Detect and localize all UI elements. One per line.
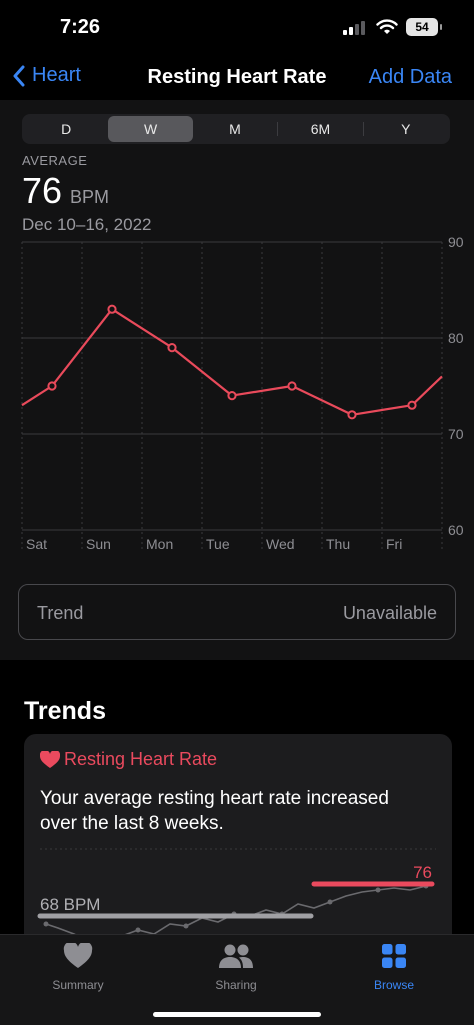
segment-month[interactable]: M [193, 116, 277, 142]
trend-label: Trend [37, 603, 84, 623]
x-tick-label: Wed [266, 536, 295, 552]
data-point [347, 410, 357, 420]
y-tick-label: 80 [448, 330, 464, 346]
tab-summary[interactable]: Summary [28, 941, 128, 992]
data-point [287, 381, 297, 391]
segment-week[interactable]: W [108, 116, 193, 142]
trend-card-text: Your average resting heart rate increase… [40, 788, 389, 834]
wifi-icon [376, 19, 398, 34]
people-icon [219, 944, 253, 968]
data-point [407, 400, 417, 410]
heart-rate-chart[interactable]: 90 80 70 60 Sat Sun Mon Tue Wed Thu Fri [0, 230, 474, 560]
x-tick-label: Sun [86, 536, 111, 552]
status-time: 7:26 [60, 16, 101, 38]
grid-icon [382, 944, 406, 968]
data-point [167, 343, 177, 353]
tab-sharing-label: Sharing [215, 978, 257, 992]
chart-panel: D W M 6M Y AVERAGE 76 BPM Dec 10–16, 202… [0, 100, 474, 660]
current-average-label: 76 [413, 863, 432, 882]
previous-average-label: 68 BPM [40, 895, 100, 914]
average-value: 76 BPM [22, 170, 109, 212]
trend-card-header: Resting Heart Rate [40, 749, 217, 770]
status-bar: 7:26 54 [0, 0, 474, 56]
tab-summary-label: Summary [52, 978, 104, 992]
tab-browse[interactable]: Browse [344, 943, 444, 992]
trend-row[interactable]: Trend Unavailable [18, 584, 456, 640]
status-icons: 54 [342, 18, 442, 36]
x-tick-label: Fri [386, 536, 402, 552]
data-point [107, 304, 117, 314]
heart-icon [63, 941, 93, 968]
y-tick-label: 60 [448, 522, 464, 538]
heart-icon [40, 750, 60, 768]
home-indicator [153, 1012, 321, 1017]
battery-icon: 54 [406, 18, 442, 36]
y-tick-label: 90 [448, 234, 464, 250]
segment-year[interactable]: Y [364, 116, 448, 142]
x-tick-label: Thu [326, 536, 350, 552]
tab-sharing[interactable]: Sharing [186, 943, 286, 992]
data-point [227, 391, 237, 401]
trend-value: Unavailable [342, 603, 437, 623]
trends-heading: Trends [24, 697, 106, 725]
add-data-button[interactable]: Add Data [369, 66, 452, 89]
time-range-control: D W M 6M Y [22, 114, 450, 144]
tab-browse-label: Browse [373, 978, 414, 992]
segment-day[interactable]: D [24, 116, 108, 142]
tab-bar: Summary Sharing Browse [0, 934, 474, 1025]
average-number: 76 [22, 170, 63, 211]
x-tick-label: Tue [206, 536, 230, 552]
data-point [47, 381, 57, 391]
x-tick-label: Mon [146, 536, 173, 552]
segment-6-months[interactable]: 6M [278, 116, 362, 142]
y-tick-label: 70 [448, 426, 464, 442]
average-unit: BPM [70, 187, 110, 207]
signal-icon [343, 21, 365, 35]
battery-level: 54 [415, 20, 429, 34]
average-label: AVERAGE [22, 153, 88, 168]
nav-bar: Heart Resting Heart Rate Add Data [0, 56, 474, 100]
trend-card-title: Resting Heart Rate [64, 749, 218, 769]
x-tick-label: Sat [26, 536, 47, 552]
